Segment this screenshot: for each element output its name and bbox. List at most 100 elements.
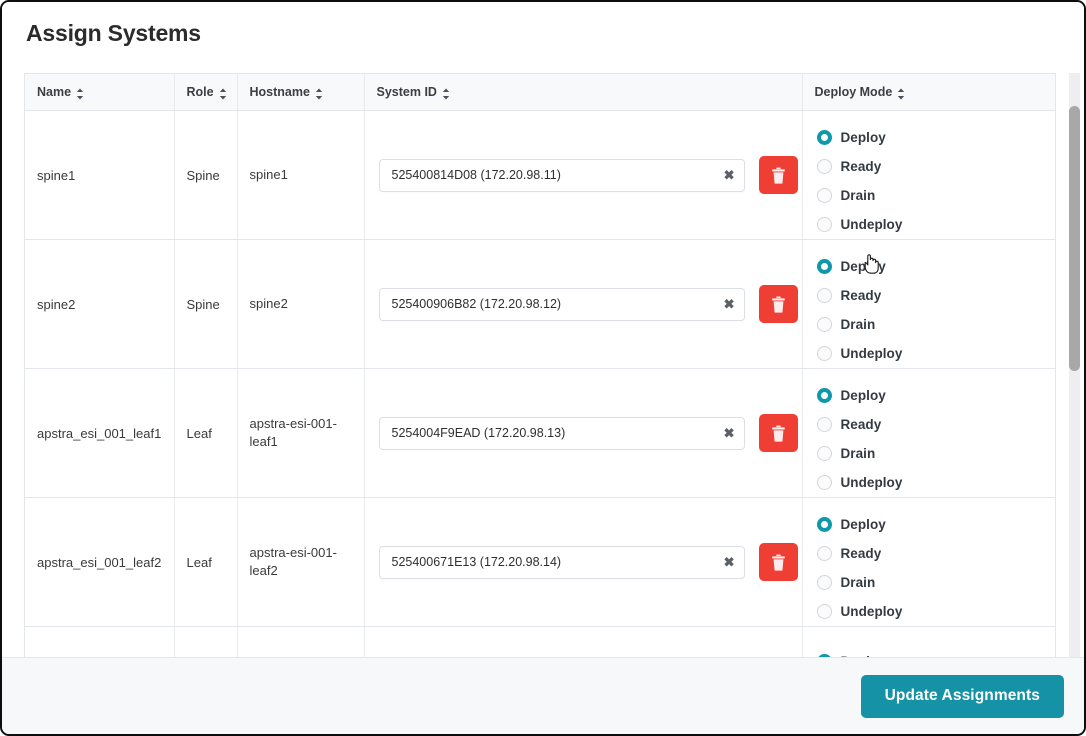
system-id-select[interactable]: 525400814D08 (172.20.98.11) ✖ xyxy=(378,158,745,192)
column-header-name-label: Name xyxy=(37,85,72,99)
table-body: spine1 Spine spine1 525400814D08 (172.20.98… xyxy=(25,110,1055,657)
delete-assignment-button[interactable] xyxy=(758,285,798,323)
close-icon[interactable]: ✖ xyxy=(724,556,735,569)
cell-role: Spine xyxy=(174,239,238,369)
deploy-mode-label: Undeploy xyxy=(840,217,903,232)
deploy-mode-option-undeploy[interactable]: Undeploy xyxy=(815,597,1044,626)
cell-role: Leaf xyxy=(174,368,238,498)
cell-hostname: apstra-esi-001-leaf2 xyxy=(237,497,365,627)
system-id-value: 525400814D08 (172.20.98.11) xyxy=(391,168,561,182)
table-scroll-viewport[interactable]: Name Role Hostname System ID Deploy Mode… xyxy=(24,73,1056,657)
system-id-controls: 525400671E13 (172.20.98.14) ✖ xyxy=(377,543,798,581)
deploy-mode-label: Ready xyxy=(840,159,882,174)
deploy-mode-option-ready[interactable]: Ready xyxy=(815,410,1044,439)
deploy-mode-label: Deploy xyxy=(841,654,886,657)
system-id-controls: 5254004F9EAD (172.20.98.13) ✖ xyxy=(377,414,798,452)
deploy-mode-option-drain[interactable]: Drain xyxy=(815,439,1044,468)
cell-role: Spine xyxy=(174,110,238,240)
deploy-mode-label: Ready xyxy=(840,288,882,303)
sort-icon[interactable] xyxy=(315,88,323,100)
deploy-mode-option-drain[interactable]: Drain xyxy=(815,568,1044,597)
cell-name: apstra_single_001_leaf1 xyxy=(25,626,175,657)
sort-icon[interactable] xyxy=(897,88,905,100)
radio-unselected-icon[interactable] xyxy=(816,475,832,490)
system-id-value: 5254004F9EAD (172.20.98.13) xyxy=(391,426,566,440)
radio-selected-icon[interactable] xyxy=(816,388,832,403)
radio-unselected-icon[interactable] xyxy=(816,217,832,232)
deploy-mode-label: Drain xyxy=(840,575,876,590)
column-header-deploy-mode-label: Deploy Mode xyxy=(814,85,893,99)
deploy-mode-option-ready[interactable]: Ready xyxy=(815,281,1044,310)
cell-name: spine1 xyxy=(25,110,175,240)
radio-unselected-icon[interactable] xyxy=(816,288,832,303)
column-header-name[interactable]: Name xyxy=(25,74,175,111)
radio-unselected-icon[interactable] xyxy=(816,446,832,461)
system-id-value: 525400906B82 (172.20.98.12) xyxy=(391,297,562,311)
close-icon[interactable]: ✖ xyxy=(724,427,735,440)
radio-unselected-icon[interactable] xyxy=(816,188,832,203)
radio-unselected-icon[interactable] xyxy=(816,546,832,561)
system-id-select[interactable]: 5254004F9EAD (172.20.98.13) ✖ xyxy=(378,416,745,450)
deploy-mode-label: Ready xyxy=(840,417,882,432)
deploy-mode-option-drain[interactable]: Drain xyxy=(815,310,1044,339)
close-icon[interactable]: ✖ xyxy=(724,169,735,182)
deploy-mode-option-ready[interactable]: Ready xyxy=(815,152,1044,181)
deploy-mode-label: Undeploy xyxy=(840,475,903,490)
cell-hostname: apstra-esi-001-leaf1 xyxy=(237,368,365,498)
radio-unselected-icon[interactable] xyxy=(816,575,832,590)
radio-selected-icon[interactable] xyxy=(816,130,832,145)
deploy-mode-option-undeploy[interactable]: Undeploy xyxy=(815,468,1044,497)
deploy-mode-option-deploy[interactable]: Deploy xyxy=(815,510,1044,539)
delete-assignment-button[interactable] xyxy=(758,414,798,452)
deploy-mode-radio-group: Deploy Ready Drain Undeploy xyxy=(815,240,1044,368)
radio-unselected-icon[interactable] xyxy=(816,159,832,174)
cell-system-id: 5254004F9EAD (172.20.98.13) ✖ xyxy=(364,368,803,498)
trash-icon xyxy=(771,296,785,313)
deploy-mode-option-deploy[interactable]: Deploy xyxy=(815,123,1044,152)
delete-assignment-button[interactable] xyxy=(758,156,798,194)
radio-unselected-icon[interactable] xyxy=(816,604,832,619)
radio-unselected-icon[interactable] xyxy=(816,317,832,332)
deploy-mode-option-ready[interactable]: Ready xyxy=(815,539,1044,568)
column-header-deploy-mode[interactable]: Deploy Mode xyxy=(802,74,1055,111)
vertical-scrollbar-track[interactable] xyxy=(1069,73,1080,657)
radio-selected-icon[interactable] xyxy=(816,654,832,657)
sort-icon[interactable] xyxy=(76,88,84,100)
deploy-mode-option-drain[interactable]: Drain xyxy=(815,181,1044,210)
update-assignments-button[interactable]: Update Assignments xyxy=(860,674,1064,718)
radio-unselected-icon[interactable] xyxy=(816,417,832,432)
deploy-mode-radio-group: Deploy Ready Drain Undeploy xyxy=(815,111,1044,239)
delete-assignment-button[interactable] xyxy=(758,543,798,581)
deploy-mode-label: Drain xyxy=(840,317,876,332)
cell-role: Leaf xyxy=(174,497,238,627)
table-row: apstra_esi_001_leaf2 Leaf apstra-esi-001-l… xyxy=(25,497,1055,627)
system-id-select[interactable]: 525400906B82 (172.20.98.12) ✖ xyxy=(378,287,745,321)
deploy-mode-label: Undeploy xyxy=(840,346,903,361)
column-header-role[interactable]: Role xyxy=(174,74,238,111)
radio-selected-icon[interactable] xyxy=(816,259,832,274)
cell-deploy-mode: Deploy Ready Drain Undeploy xyxy=(802,110,1055,240)
deploy-mode-option-deploy[interactable]: Deploy xyxy=(815,647,1044,657)
deploy-mode-option-deploy[interactable]: Deploy xyxy=(815,381,1044,410)
system-id-controls: 525400906B82 (172.20.98.12) ✖ xyxy=(377,285,798,323)
deploy-mode-label: Undeploy xyxy=(840,604,903,619)
system-id-select[interactable]: 525400671E13 (172.20.98.14) ✖ xyxy=(378,545,745,579)
close-icon[interactable]: ✖ xyxy=(724,298,735,311)
vertical-scrollbar-thumb[interactable] xyxy=(1069,106,1080,371)
deploy-mode-option-undeploy[interactable]: Undeploy xyxy=(815,339,1044,368)
deploy-mode-option-undeploy[interactable]: Undeploy xyxy=(815,210,1044,239)
sort-icon[interactable] xyxy=(219,88,227,100)
sort-icon[interactable] xyxy=(442,88,450,100)
column-header-system-id[interactable]: System ID xyxy=(364,74,803,111)
cell-name: apstra_esi_001_leaf2 xyxy=(25,497,175,627)
table-row: spine1 Spine spine1 525400814D08 (172.20.98… xyxy=(25,110,1055,240)
column-header-hostname[interactable]: Hostname xyxy=(237,74,365,111)
deploy-mode-option-deploy[interactable]: Deploy xyxy=(815,252,1044,281)
deploy-mode-label: Deploy xyxy=(840,130,886,145)
trash-icon xyxy=(771,167,785,184)
trash-icon xyxy=(771,554,785,571)
cell-name: apstra_esi_001_leaf1 xyxy=(25,368,175,498)
deploy-mode-label: Drain xyxy=(840,446,876,461)
radio-unselected-icon[interactable] xyxy=(816,346,832,361)
radio-selected-icon[interactable] xyxy=(816,517,832,532)
